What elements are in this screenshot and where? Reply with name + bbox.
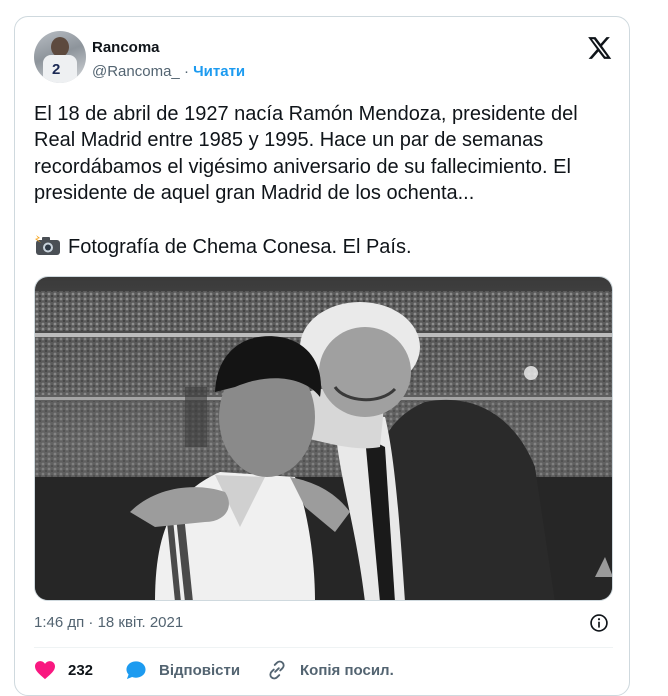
follow-link[interactable]: Читати — [193, 63, 245, 80]
photo-credit: Fotografía de Chema Conesa. El País. — [68, 236, 412, 258]
x-logo-icon[interactable] — [586, 35, 612, 61]
reply-button[interactable]: Відповісти — [125, 659, 240, 681]
reply-bubble-icon — [126, 661, 146, 680]
author-name[interactable]: Rancoma — [92, 39, 160, 56]
link-icon — [269, 660, 285, 680]
copy-link-label: Копія посил. — [300, 661, 394, 679]
avatar[interactable]: 2 — [34, 31, 86, 83]
reply-label: Відповісти — [159, 661, 241, 679]
like-button[interactable]: 232 — [34, 659, 93, 681]
tweet-text: El 18 de abril de 1927 nacía Ramón Mendo… — [34, 103, 578, 205]
like-count: 232 — [68, 661, 94, 679]
author-handle[interactable]: @Rancoma_ — [92, 63, 180, 80]
tweet-photo-image — [35, 277, 612, 600]
avatar-jersey-number: 2 — [52, 61, 61, 78]
tweet-timestamp[interactable]: 1:46 дп · 18 квіт. 2021 — [34, 614, 183, 631]
photo-credit-line: Fotografía de Chema Conesa. El País. — [34, 234, 412, 260]
copy-link-button[interactable]: Копія посил. — [266, 659, 394, 681]
tweet-card: 2 Rancoma @Rancoma_ · Читати El 18 de ab… — [14, 16, 630, 696]
author-handle-row: @Rancoma_ · Читати — [92, 63, 245, 80]
camera-flash-icon — [35, 235, 60, 255]
heart-icon — [35, 661, 55, 680]
actions-divider — [34, 647, 613, 648]
handle-separator: · — [183, 63, 189, 80]
info-icon[interactable] — [589, 613, 609, 633]
tweet-photo[interactable] — [34, 276, 613, 601]
